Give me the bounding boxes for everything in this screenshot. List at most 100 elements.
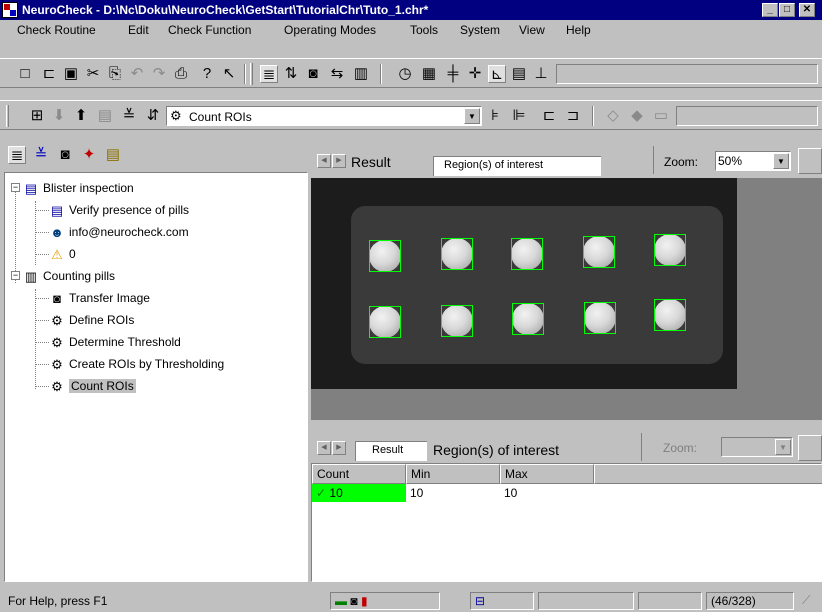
table-icon[interactable]: ▦ <box>420 65 438 83</box>
roi-box[interactable] <box>441 238 473 270</box>
tab-scroll-right-icon[interactable]: ▶ <box>332 441 346 455</box>
new-file-icon[interactable]: □ <box>16 65 34 83</box>
menu-view[interactable]: View <box>519 23 545 37</box>
tab-scroll-right-icon[interactable]: ▶ <box>332 154 346 168</box>
chevron-down-icon[interactable]: ▼ <box>773 153 789 169</box>
tab-regions-of-interest[interactable]: Region(s) of interest <box>433 156 601 176</box>
collapse-icon[interactable]: − <box>11 183 20 192</box>
undo-icon[interactable]: ↶ <box>128 65 146 83</box>
chevron-down-icon[interactable]: ▼ <box>775 439 791 455</box>
insert-function-icon[interactable]: ⊞ <box>28 107 46 125</box>
tree-node-create-rois[interactable]: ⚙ Create ROIs by Thresholding <box>49 355 224 373</box>
camera-icon[interactable]: ◙ <box>304 65 322 83</box>
tree-node-determine-threshold[interactable]: ⚙ Determine Threshold <box>49 333 181 351</box>
maximize-button[interactable]: □ <box>779 3 795 17</box>
result-tab-regions-of-interest[interactable]: Region(s) of interest <box>433 442 559 460</box>
tree-node-count-rois[interactable]: ⚙ Count ROIs <box>49 377 136 395</box>
tree-node-verify-presence[interactable]: ▤ Verify presence of pills <box>49 201 189 219</box>
roi-box[interactable] <box>584 302 616 334</box>
roi-box[interactable] <box>654 234 686 266</box>
tab-functions-icon[interactable]: ≚ <box>32 146 50 164</box>
cell-max[interactable]: 10 <box>500 484 594 502</box>
menu-operating-modes[interactable]: Operating Modes <box>284 23 376 37</box>
data-icon[interactable]: ▥ <box>352 65 370 83</box>
pin-icon[interactable]: ⊥ <box>532 65 550 83</box>
disabled-tool-2-icon[interactable]: ◆ <box>628 107 646 125</box>
tree-node-counting-pills[interactable]: ▥ Counting pills <box>23 267 115 285</box>
cut-icon[interactable]: ✂ <box>84 65 102 83</box>
menu-help[interactable]: Help <box>566 23 591 37</box>
menu-check-function[interactable]: Check Function <box>168 23 251 37</box>
redo-icon[interactable]: ↷ <box>150 65 168 83</box>
check-function-combo[interactable]: ⚙ Count ROIs ▼ <box>166 106 482 126</box>
comment-icon[interactable]: ▤ <box>510 65 528 83</box>
tree-node-define-rois[interactable]: ⚙ Define ROIs <box>49 311 134 329</box>
align-right-icon[interactable]: ⊫ <box>510 107 528 125</box>
sort-icon[interactable]: ⇵ <box>144 107 162 125</box>
tree-node-transfer-image[interactable]: ◙ Transfer Image <box>49 289 150 307</box>
collapse-icon[interactable]: − <box>11 271 20 280</box>
minimize-button[interactable]: _ <box>762 3 778 17</box>
context-help-icon[interactable]: ↖ <box>220 65 238 83</box>
tab-scroll-left-icon[interactable]: ◀ <box>317 441 331 455</box>
result-table[interactable]: Count Min Max ✓ 10 10 10 <box>311 463 822 582</box>
resize-grip-icon[interactable]: ⟋ <box>798 592 820 610</box>
neurocheck-app-icon[interactable] <box>2 2 18 18</box>
result-tab-result[interactable]: Result <box>355 441 427 461</box>
column-header-max[interactable]: Max <box>500 464 594 484</box>
result-zoom-combo[interactable]: ▼ <box>721 437 793 457</box>
roi-tool-icon[interactable]: ⊾ <box>488 65 506 83</box>
column-header-count[interactable]: Count <box>312 464 406 484</box>
tab-check-routine-icon[interactable]: ≣ <box>8 146 26 164</box>
tab-devices-icon[interactable]: ◙ <box>56 146 74 164</box>
toolbar-grip[interactable] <box>250 63 253 85</box>
panel-button[interactable] <box>798 148 822 174</box>
split-icon[interactable]: ⊏ <box>540 107 558 125</box>
roi-box[interactable] <box>583 236 615 268</box>
disabled-tool-1-icon[interactable]: ◇ <box>604 107 622 125</box>
disabled-tool-3-icon[interactable]: ▭ <box>652 107 670 125</box>
roi-box[interactable] <box>369 240 401 272</box>
align-left-icon[interactable]: ⊧ <box>486 107 504 125</box>
menu-tools[interactable]: Tools <box>410 23 438 37</box>
properties-icon[interactable]: ≚ <box>120 107 138 125</box>
copy-icon[interactable]: ⎘ <box>106 65 124 83</box>
save-icon[interactable]: ▣ <box>62 65 80 83</box>
step-icon[interactable]: ⇅ <box>282 65 300 83</box>
cell-count[interactable]: ✓ 10 <box>312 484 406 502</box>
tab-scroll-left-icon[interactable]: ◀ <box>317 154 331 168</box>
menu-system[interactable]: System <box>460 23 500 37</box>
tab-notes-icon[interactable]: ▤ <box>104 146 122 164</box>
tree-node-blister-inspection[interactable]: ▤ Blister inspection <box>23 179 134 197</box>
print-icon[interactable]: ⎙ <box>172 65 190 83</box>
roi-box[interactable] <box>654 299 686 331</box>
parameters-icon[interactable]: ▤ <box>96 107 114 125</box>
toolbar-grip[interactable] <box>6 105 9 127</box>
menu-edit[interactable]: Edit <box>128 23 149 37</box>
crosshair-icon[interactable]: ✛ <box>466 65 484 83</box>
tab-result[interactable]: Result <box>351 154 391 172</box>
roi-box[interactable] <box>369 306 401 338</box>
title-bar[interactable]: NeuroCheck - D:\Nc\Doku\NeuroCheck\GetSt… <box>0 0 822 20</box>
measure-icon[interactable]: ╪ <box>444 65 462 83</box>
help-icon[interactable]: ? <box>198 65 216 83</box>
merge-icon[interactable]: ⊐ <box>564 107 582 125</box>
timer-icon[interactable]: ◷ <box>396 65 414 83</box>
panel-button[interactable] <box>798 435 822 461</box>
tree-node-contact[interactable]: ☻ info@neurocheck.com <box>49 223 188 241</box>
io-icon[interactable]: ⇆ <box>328 65 346 83</box>
menu-check-routine[interactable]: Check Routine <box>17 23 96 37</box>
chevron-down-icon[interactable]: ▼ <box>464 108 480 124</box>
roi-box[interactable] <box>511 238 543 270</box>
tree-view-toggle-icon[interactable]: ≣ <box>260 65 278 83</box>
move-down-icon[interactable]: ⬇ <box>50 107 68 125</box>
zoom-combo[interactable]: 50% ▼ <box>715 151 791 171</box>
open-folder-icon[interactable]: ⊏ <box>40 65 58 83</box>
check-routine-tree[interactable]: − ▤ Blister inspection ▤ Verify presence o… <box>4 172 308 582</box>
move-up-icon[interactable]: ⬆ <box>72 107 90 125</box>
tree-node-error-count[interactable]: ⚠ 0 <box>49 245 76 263</box>
cell-min[interactable]: 10 <box>406 484 500 502</box>
close-button[interactable]: ✕ <box>799 3 815 17</box>
camera-image[interactable] <box>311 178 737 389</box>
roi-box[interactable] <box>441 305 473 337</box>
